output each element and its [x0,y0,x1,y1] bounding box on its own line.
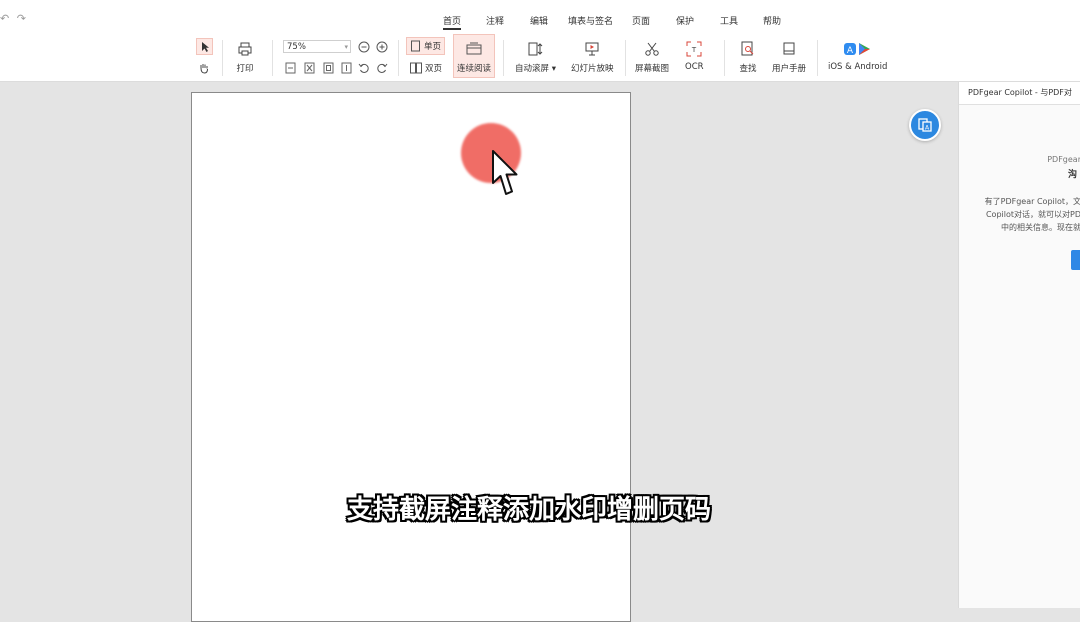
app-store-icon: A [843,43,870,56]
print-button[interactable]: 打印 [236,40,254,74]
ribbon-toolbar: ↶ ↷ 首页 注释 编辑 填表与签名 页面 保护 工具 帮助 打印 75% ▾ 单… [0,0,1080,82]
slideshow-button[interactable]: 幻灯片放映 [571,40,614,74]
slideshow-label: 幻灯片放映 [571,64,614,74]
zoom-select[interactable]: 75% ▾ [283,40,351,53]
tab-fill-sign[interactable]: 填表与签名 [568,14,613,27]
rotate-right-icon [377,63,388,73]
copilot-description-line: 有了PDFgear Copilot，文 [984,197,1080,206]
projector-screen-icon [585,42,599,56]
auto-scroll-button[interactable]: 自动滚屏 ▾ [515,40,556,74]
actual-size-icon [323,62,333,74]
select-tool-button[interactable] [196,38,213,55]
copilot-start-button[interactable] [1071,250,1080,270]
user-manual-label: 用户手册 [772,64,807,74]
continuous-scroll-icon [466,42,482,55]
printer-icon [238,42,252,56]
mobile-apps-label: iOS & Android [828,62,888,72]
video-subtitle: 支持截屏注释添加水印增删页码 [346,495,711,525]
copilot-brand-text: PDFgear [1047,155,1080,164]
double-page-button[interactable]: 双页 [410,61,442,75]
svg-text:T: T [691,46,697,54]
rotate-left-button[interactable] [357,61,371,75]
single-page-label: 单页 [424,42,442,52]
double-page-icon [410,62,422,74]
tab-protect[interactable]: 保护 [676,14,694,27]
print-label: 打印 [236,64,254,74]
arrow-pointer-icon [201,41,209,52]
mobile-apps-button[interactable]: A iOS & Android [828,40,887,72]
redo-icon[interactable]: ↷ [17,12,26,25]
svg-text:A: A [847,46,854,56]
zoom-in-button[interactable] [375,40,389,54]
tab-edit[interactable]: 编辑 [530,14,548,27]
ocr-label: OCR [685,62,704,72]
undo-icon[interactable]: ↶ [0,12,9,25]
copilot-panel-title: PDFgear Copilot - 与PDF对 [959,82,1080,105]
fit-width-button[interactable] [302,61,316,75]
copilot-description-line: 中的相关信息。现在就 [1001,223,1080,232]
copilot-heading: 沟 [1067,170,1077,180]
zoom-value: 75% [287,42,306,52]
ocr-button[interactable]: T OCR [685,40,704,72]
zoom-in-icon [376,41,388,53]
hand-icon [200,64,208,74]
fit-page-button[interactable] [283,61,297,75]
actual-size-button[interactable] [321,61,335,75]
find-label: 查找 [739,64,757,74]
rotate-right-button[interactable] [375,61,389,75]
copilot-description-line: Copilot对话，就可以对PD [985,210,1080,219]
screenshot-label: 屏幕截图 [635,64,670,74]
find-button[interactable]: 查找 [739,40,757,74]
search-document-icon [741,41,754,56]
copilot-panel-body: PDFgear 沟 有了PDFgear Copilot，文 Copilot对话，… [959,105,1080,608]
mouse-cursor-icon [492,150,518,195]
continuous-reading-button[interactable]: 连续阅读 [453,34,495,78]
quick-access: ↶ ↷ [0,12,30,25]
zoom-out-button[interactable] [357,40,371,54]
pdf-page[interactable] [191,92,631,622]
copilot-toggle-button[interactable]: A [909,109,941,141]
tab-tools[interactable]: 工具 [720,14,738,27]
screenshot-button[interactable]: 屏幕截图 [635,40,669,74]
tab-page[interactable]: 页面 [632,14,650,27]
rotate-left-icon [358,63,369,73]
auto-scroll-label: 自动滚屏 ▾ [515,64,556,74]
hand-tool-button[interactable] [197,61,211,75]
book-icon [783,42,795,55]
fit-visible-button[interactable] [339,61,353,75]
chevron-down-icon: ▾ [344,43,348,51]
fit-page-icon [285,62,295,74]
copilot-panel: PDFgear Copilot - 与PDF对 PDFgear 沟 有了PDFg… [958,82,1080,608]
tab-annotate[interactable]: 注释 [486,14,504,27]
zoom-out-icon [358,41,370,53]
auto-scroll-icon [528,42,543,56]
tab-help[interactable]: 帮助 [763,14,781,27]
single-page-button[interactable]: 单页 [406,37,446,55]
ocr-scan-icon: T [686,41,702,57]
user-manual-button[interactable]: 用户手册 [772,40,806,74]
tab-home[interactable]: 首页 [443,14,462,30]
double-page-label: 双页 [425,64,443,74]
continuous-reading-label: 连续阅读 [456,64,491,74]
fit-visible-icon [341,62,351,74]
copilot-icon: A [918,118,932,132]
single-page-icon [411,40,420,52]
scissors-icon [645,42,659,56]
fit-width-icon [304,62,314,74]
